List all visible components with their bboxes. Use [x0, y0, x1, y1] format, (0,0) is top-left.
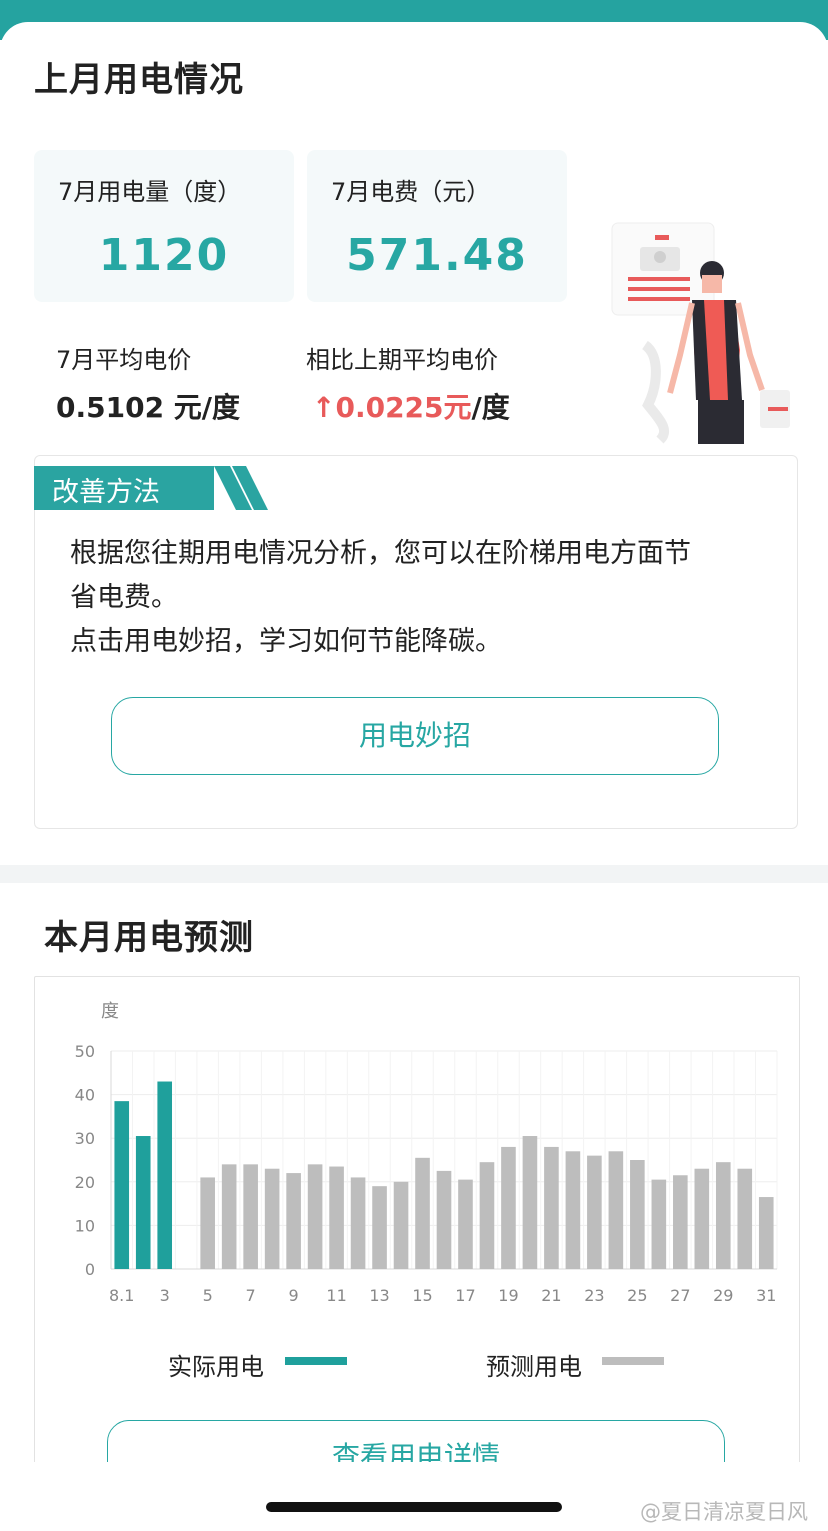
predicted-bar — [329, 1166, 344, 1269]
predicted-bar — [243, 1164, 258, 1269]
compare-price-unit: /度 — [471, 391, 510, 424]
usage-label: 7月用电量（度） — [58, 178, 242, 206]
x-tick-label: 27 — [670, 1286, 690, 1305]
predicted-bar — [630, 1160, 645, 1269]
improve-tag-label: 改善方法 — [52, 477, 160, 508]
x-tick-label: 7 — [246, 1286, 256, 1305]
x-tick-label: 23 — [584, 1286, 604, 1305]
compare-price-value: 0.0225元 — [335, 391, 472, 424]
usage-stat-box: 7月用电量（度） 1120 — [34, 150, 294, 302]
x-tick-label: 21 — [541, 1286, 561, 1305]
x-tick-label: 11 — [326, 1286, 346, 1305]
legend-predicted-label: 预测用电 — [486, 1353, 582, 1381]
up-arrow-icon: ↑ — [312, 391, 336, 424]
predicted-bar — [221, 1164, 237, 1269]
fee-stat-box: 7月电费（元） 571.48 — [307, 150, 567, 302]
predicted-bar — [587, 1155, 602, 1269]
predicted-bar — [651, 1179, 667, 1269]
predicted-bar — [715, 1162, 731, 1269]
legend-predicted-swatch — [602, 1357, 664, 1365]
x-tick-label: 31 — [756, 1286, 776, 1305]
predicted-bar — [415, 1157, 430, 1269]
x-tick-label: 8.1 — [109, 1286, 134, 1305]
home-indicator — [266, 1502, 562, 1512]
predicted-bar — [436, 1170, 452, 1269]
avg-price-label: 7月平均电价 — [56, 346, 192, 374]
predicted-bar — [522, 1136, 538, 1269]
power-tips-button[interactable]: 用电妙招 — [111, 697, 719, 775]
predicted-bar — [350, 1177, 366, 1269]
x-tick-label: 5 — [203, 1286, 213, 1305]
predicted-bar — [264, 1168, 280, 1269]
predicted-bar — [608, 1151, 624, 1269]
x-tick-label: 3 — [160, 1286, 170, 1305]
actual-bar — [135, 1136, 151, 1269]
predicted-bar — [544, 1146, 559, 1269]
usage-value: 1120 — [98, 230, 230, 281]
predicted-bar — [393, 1181, 409, 1269]
predicted-bar — [758, 1197, 774, 1269]
x-tick-label: 13 — [369, 1286, 389, 1305]
compare-price-label: 相比上期平均电价 — [306, 346, 498, 374]
forecast-chart-box: 0 10 20 30 40 50 度 8.1 3 5 7 9 11 13 15 17 19 21 23 25 27 29 3… — [34, 976, 800, 1478]
tip-line-2: 省电费。 — [70, 582, 178, 613]
predicted-bar — [479, 1162, 495, 1269]
tip-line-3: 点击用电妙招，学习如何节能降碳。 — [70, 626, 502, 657]
person-illustration — [611, 222, 790, 444]
avg-price-value: 0.5102 元/度 — [56, 391, 241, 424]
actual-bar — [114, 1101, 130, 1269]
x-tick-label: 19 — [498, 1286, 518, 1305]
compare-price-row: ↑0.0225元/度 — [312, 386, 510, 426]
fee-value: 571.48 — [346, 230, 528, 281]
predicted-bar — [458, 1179, 473, 1269]
legend-actual-label: 实际用电 — [168, 1353, 264, 1381]
y-tick-label: 0 — [85, 1260, 95, 1279]
predicted-bar — [737, 1168, 753, 1269]
y-tick-label: 30 — [75, 1129, 95, 1148]
predicted-bar — [372, 1186, 387, 1269]
predicted-bar — [501, 1146, 516, 1269]
tip-line-1: 根据您往期用电情况分析，您可以在阶梯用电方面节 — [70, 538, 691, 569]
y-axis-label: 度 — [101, 1001, 119, 1022]
legend-actual-swatch — [285, 1357, 347, 1365]
actual-bar — [157, 1081, 173, 1269]
y-tick-label: 20 — [75, 1173, 95, 1192]
predicted-bar — [307, 1164, 323, 1269]
y-tick-label: 50 — [75, 1042, 95, 1061]
section-title-forecast: 本月用电预测 — [44, 918, 254, 958]
y-tick-label: 40 — [75, 1086, 95, 1105]
x-tick-label: 25 — [627, 1286, 647, 1305]
predicted-bar — [565, 1151, 581, 1269]
x-tick-label: 9 — [289, 1286, 299, 1305]
y-tick-label: 10 — [75, 1216, 95, 1235]
predicted-bar — [286, 1173, 301, 1269]
x-tick-label: 29 — [713, 1286, 733, 1305]
forecast-bar-chart: 0 10 20 30 40 50 度 8.1 3 5 7 9 11 13 15 17 19 21 23 25 27 29 3… — [75, 1001, 778, 1305]
watermark: @夏日清凉夏日风 — [640, 1500, 808, 1524]
section-title-last-month: 上月用电情况 — [34, 60, 244, 100]
predicted-bar — [694, 1168, 710, 1269]
predicted-bar — [200, 1177, 215, 1269]
section-divider — [0, 865, 828, 883]
fee-label: 7月电费（元） — [331, 178, 491, 206]
x-tick-label: 15 — [412, 1286, 432, 1305]
predicted-bar — [673, 1175, 688, 1269]
x-tick-label: 17 — [455, 1286, 475, 1305]
